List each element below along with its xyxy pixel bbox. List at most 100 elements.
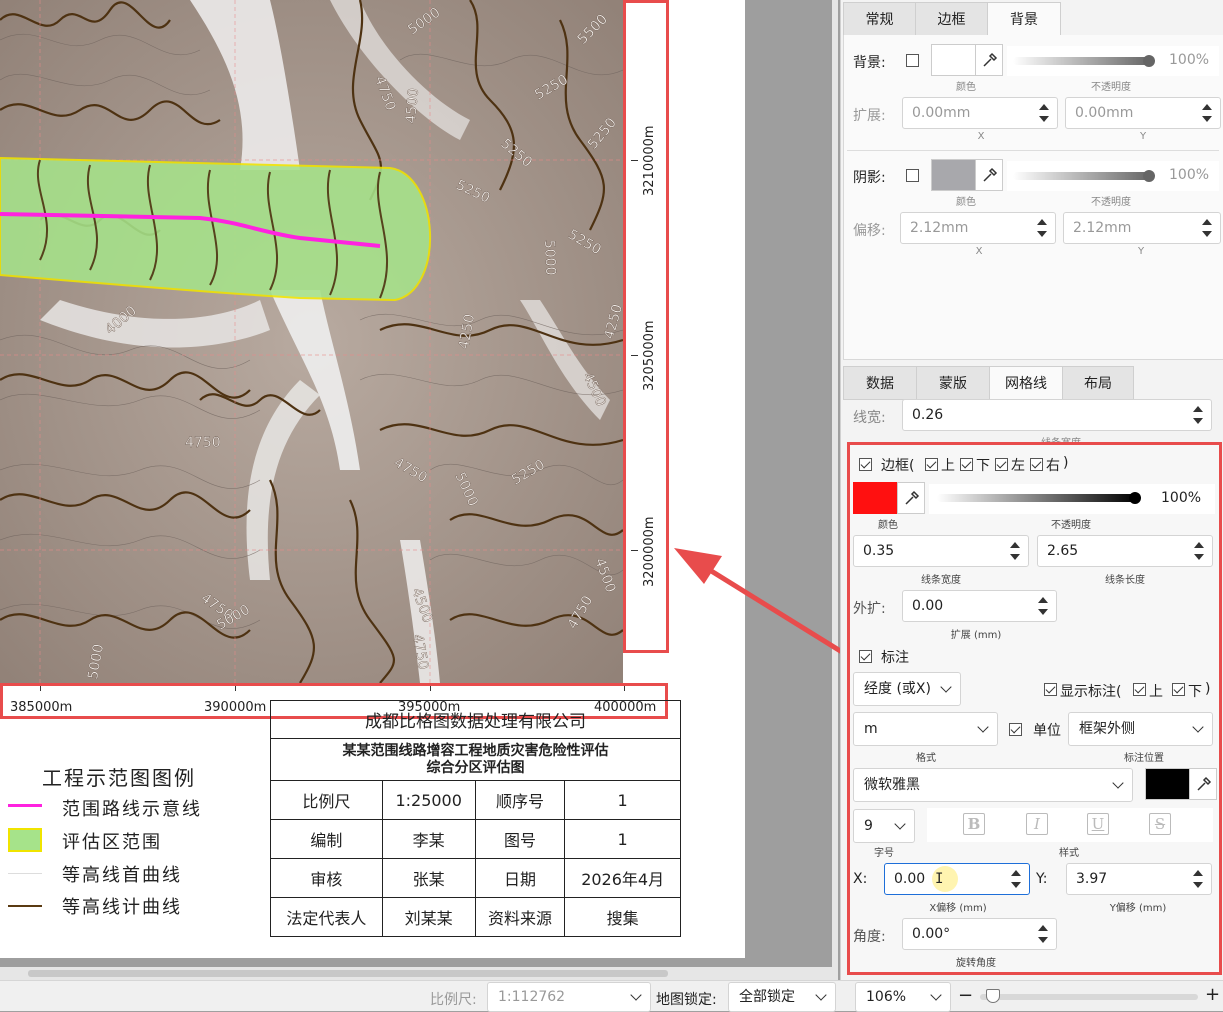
border-length-input[interactable]: 2.65 — [1037, 535, 1213, 567]
opacity-slider[interactable] — [1013, 170, 1155, 182]
spin-arrows-icon[interactable] — [1010, 542, 1020, 560]
label-position-select[interactable]: 框架外侧 — [1068, 712, 1213, 746]
zoom-select[interactable]: 106% — [855, 982, 951, 1012]
y-caption: Y — [1137, 246, 1145, 257]
expand-label: 扩展: — [853, 108, 886, 124]
offset-y-input[interactable]: 2.12mm — [1063, 212, 1221, 244]
index-contour-legend-swatch — [8, 905, 42, 907]
zoom-slider-thumb[interactable] — [986, 989, 1000, 1003]
tab-mask[interactable]: 蒙版 — [916, 366, 990, 400]
spin-arrows-icon[interactable] — [1037, 219, 1047, 237]
table-cell: 审核 — [270, 858, 383, 898]
table-row: 编制 李某 图号 1 — [270, 819, 681, 859]
show-bottom-label: 下 — [1188, 684, 1202, 700]
opacity-value: 100% — [1169, 167, 1210, 183]
slider-knob[interactable] — [1129, 492, 1141, 504]
show-annotation-checkbox[interactable] — [1044, 683, 1057, 696]
layout-canvas[interactable]: 5000 4750 5500 4500 5250 5250 5250 5250 … — [0, 0, 838, 980]
zoom-slider[interactable] — [980, 994, 1198, 1000]
slider-knob[interactable] — [1143, 55, 1155, 67]
unit-format-select[interactable]: m — [853, 712, 998, 746]
opacity-slider[interactable] — [1013, 55, 1155, 67]
route-legend-swatch — [8, 804, 42, 807]
slider-knob[interactable] — [1143, 170, 1155, 182]
italic-button[interactable]: I — [1026, 813, 1048, 835]
opacity-slider[interactable] — [937, 492, 1141, 504]
tab-general[interactable]: 常规 — [843, 2, 916, 36]
spin-arrows-icon[interactable] — [1193, 406, 1203, 424]
background-color-swatch[interactable] — [931, 44, 976, 76]
eyedropper-button[interactable] — [975, 44, 1003, 76]
shadow-checkbox[interactable] — [906, 169, 919, 182]
tab-layout[interactable]: 布局 — [1062, 366, 1134, 400]
expand-x-input[interactable]: 0.00mm — [902, 97, 1058, 129]
axis-select[interactable]: 经度 (或X) — [853, 672, 961, 706]
chevron-down-icon — [977, 721, 989, 733]
spin-arrows-icon[interactable] — [1038, 925, 1048, 943]
eyedropper-icon — [983, 167, 998, 182]
shadow-color-swatch[interactable] — [931, 159, 976, 191]
angle-label: 角度: — [853, 929, 886, 945]
tab-data[interactable]: 数据 — [843, 366, 917, 400]
eyedropper-button[interactable] — [897, 482, 925, 514]
border-color-swatch[interactable] — [853, 482, 898, 514]
linewidth-caption: 线条宽度 — [1031, 434, 1091, 442]
table-cell: 图号 — [474, 819, 566, 859]
bold-button[interactable]: B — [963, 813, 985, 835]
map-lock-select[interactable]: 全部锁定 — [728, 982, 836, 1012]
background-checkbox[interactable] — [906, 54, 919, 67]
spin-arrows-icon[interactable] — [1011, 870, 1021, 888]
font-select[interactable]: 微软雅黑 — [853, 768, 1133, 802]
border-right-checkbox[interactable] — [1030, 458, 1043, 471]
border-expand-input[interactable]: 0.00 — [902, 590, 1057, 622]
underline-button[interactable]: U — [1087, 813, 1109, 835]
opacity-value: 100% — [1169, 52, 1210, 68]
border-width-input[interactable]: 0.35 — [853, 535, 1029, 567]
scrollbar-thumb[interactable] — [28, 970, 668, 977]
border-right-label: 右 — [1046, 458, 1060, 474]
tab-gridlines[interactable]: 网格线 — [989, 366, 1063, 400]
y-offset-input[interactable]: 3.97 — [1066, 863, 1212, 895]
spin-arrows-icon[interactable] — [1193, 870, 1203, 888]
zoom-out-button[interactable]: − — [958, 985, 973, 1006]
strikethrough-button[interactable]: S — [1149, 813, 1171, 835]
eyedropper-button[interactable] — [1189, 768, 1217, 800]
border-top-checkbox[interactable] — [925, 458, 938, 471]
linewidth-input[interactable]: 0.26 — [902, 399, 1212, 431]
eyedropper-button[interactable] — [975, 159, 1003, 191]
color-caption: 颜色 — [878, 520, 898, 531]
terrain-map: 5000 4750 5500 4500 5250 5250 5250 5250 … — [0, 0, 623, 683]
zoom-in-button[interactable]: + — [1205, 984, 1220, 1005]
angle-input[interactable]: 0.00° — [902, 918, 1057, 950]
title-block-table[interactable]: 成都比格图数据处理有限公司 某某范围线路增容工程地质灾害危险性评估 综合分区评估图… — [270, 700, 681, 937]
font-color-swatch[interactable] — [1145, 768, 1190, 800]
font-size-select[interactable]: 9 — [853, 809, 915, 843]
tab-border[interactable]: 边框 — [915, 2, 988, 36]
horizontal-scrollbar[interactable] — [0, 967, 838, 980]
table-cell: 搜集 — [564, 897, 681, 937]
vertical-scrollbar[interactable] — [832, 0, 838, 980]
show-top-checkbox[interactable] — [1133, 683, 1146, 696]
show-bottom-checkbox[interactable] — [1172, 683, 1185, 696]
spin-arrows-icon[interactable] — [1202, 104, 1212, 122]
status-bar: 比例尺: 1:112762 地图锁定: 全部锁定 106% − + — [0, 980, 1223, 1012]
tab-background[interactable]: 背景 — [987, 2, 1061, 36]
expand-y-input[interactable]: 0.00mm — [1065, 97, 1221, 129]
spin-arrows-icon[interactable] — [1038, 597, 1048, 615]
scale-select[interactable]: 1:112762 — [487, 982, 651, 1012]
unit-checkbox[interactable] — [1009, 723, 1022, 736]
offset-x-input[interactable]: 2.12mm — [900, 212, 1056, 244]
spin-arrows-icon[interactable] — [1202, 219, 1212, 237]
contour-legend-swatch — [8, 873, 42, 874]
table-cell: 张某 — [381, 858, 476, 898]
annotation-checkbox[interactable] — [859, 650, 872, 663]
border-left-checkbox[interactable] — [995, 458, 1008, 471]
border-bottom-checkbox[interactable] — [960, 458, 973, 471]
annotation-arrow — [674, 548, 844, 655]
chevron-down-icon — [894, 818, 906, 830]
border-checkbox[interactable] — [859, 458, 872, 471]
map-frame[interactable]: 5000 4750 5500 4500 5250 5250 5250 5250 … — [0, 0, 623, 683]
legend-item-label: 等高线首曲线 — [62, 865, 182, 886]
spin-arrows-icon[interactable] — [1039, 104, 1049, 122]
spin-arrows-icon[interactable] — [1194, 542, 1204, 560]
